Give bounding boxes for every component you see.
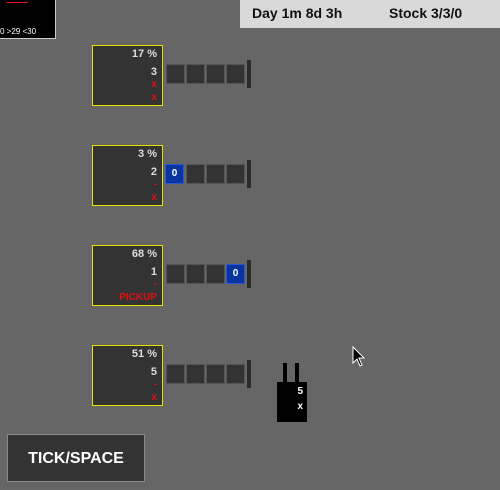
machine-count: 5 (150, 366, 157, 378)
machine-status: x (151, 92, 157, 103)
machine-flag: - (153, 379, 157, 390)
queue-slot (186, 264, 205, 284)
machine-2[interactable]: 3 % 2 - x (92, 145, 163, 206)
machine-count: 2 (150, 166, 157, 178)
machine-flag: - (153, 279, 157, 290)
queue-endcap (247, 360, 251, 388)
machine-status: PICKUP (119, 292, 157, 303)
queue-slot (226, 164, 245, 184)
machine-progress: 17 % (131, 48, 157, 60)
minimap[interactable]: 0 >29 <30 (0, 0, 56, 39)
machine-progress: 3 % (138, 148, 157, 160)
day-counter: Day 1m 8d 3h (252, 5, 343, 21)
worker-unit[interactable]: 5 x (277, 363, 307, 422)
queue-slot (186, 164, 205, 184)
queue-slot (226, 364, 245, 384)
queue-slot (166, 64, 185, 84)
machine-progress: 68 % (131, 248, 157, 260)
worker-count: 5 (297, 386, 303, 397)
machine-count: 3 (150, 66, 157, 78)
queue-endcap (247, 260, 251, 288)
machine-status: x (151, 392, 157, 403)
worker-arm (295, 363, 299, 383)
queue-slot (226, 64, 245, 84)
queue-endcap (247, 160, 251, 188)
machine-count: 1 (150, 266, 157, 278)
queue-slot (206, 64, 225, 84)
queue-token[interactable]: 0 (165, 164, 184, 184)
queue-slot (186, 64, 205, 84)
minimap-marker (6, 2, 28, 3)
machine-status: x (151, 192, 157, 203)
machine-progress: 51 % (131, 348, 157, 360)
machine-3[interactable]: 68 % 1 - PICKUP (92, 245, 163, 306)
machine-flag: x (151, 79, 157, 90)
minimap-text: 0 >29 <30 (0, 27, 37, 36)
queue-slot (186, 364, 205, 384)
queue-slot (206, 164, 225, 184)
status-bar: Day 1m 8d 3h Stock 3/3/0 (240, 0, 500, 28)
queue-token[interactable]: 0 (226, 264, 245, 284)
stock-counter: Stock 3/3/0 (389, 5, 463, 21)
machine-1[interactable]: 17 % 3 x x (92, 45, 163, 106)
queue-slot (206, 364, 225, 384)
machine-4[interactable]: 51 % 5 - x (92, 345, 163, 406)
queue-slot (206, 264, 225, 284)
tick-button[interactable]: TICK/SPACE (7, 434, 145, 482)
queue-slot (166, 364, 185, 384)
queue-slot (166, 264, 185, 284)
mouse-cursor-icon (352, 346, 366, 367)
worker-arm (283, 363, 287, 383)
worker-status: x (297, 401, 303, 412)
machine-flag: - (153, 179, 157, 190)
queue-endcap (247, 60, 251, 88)
